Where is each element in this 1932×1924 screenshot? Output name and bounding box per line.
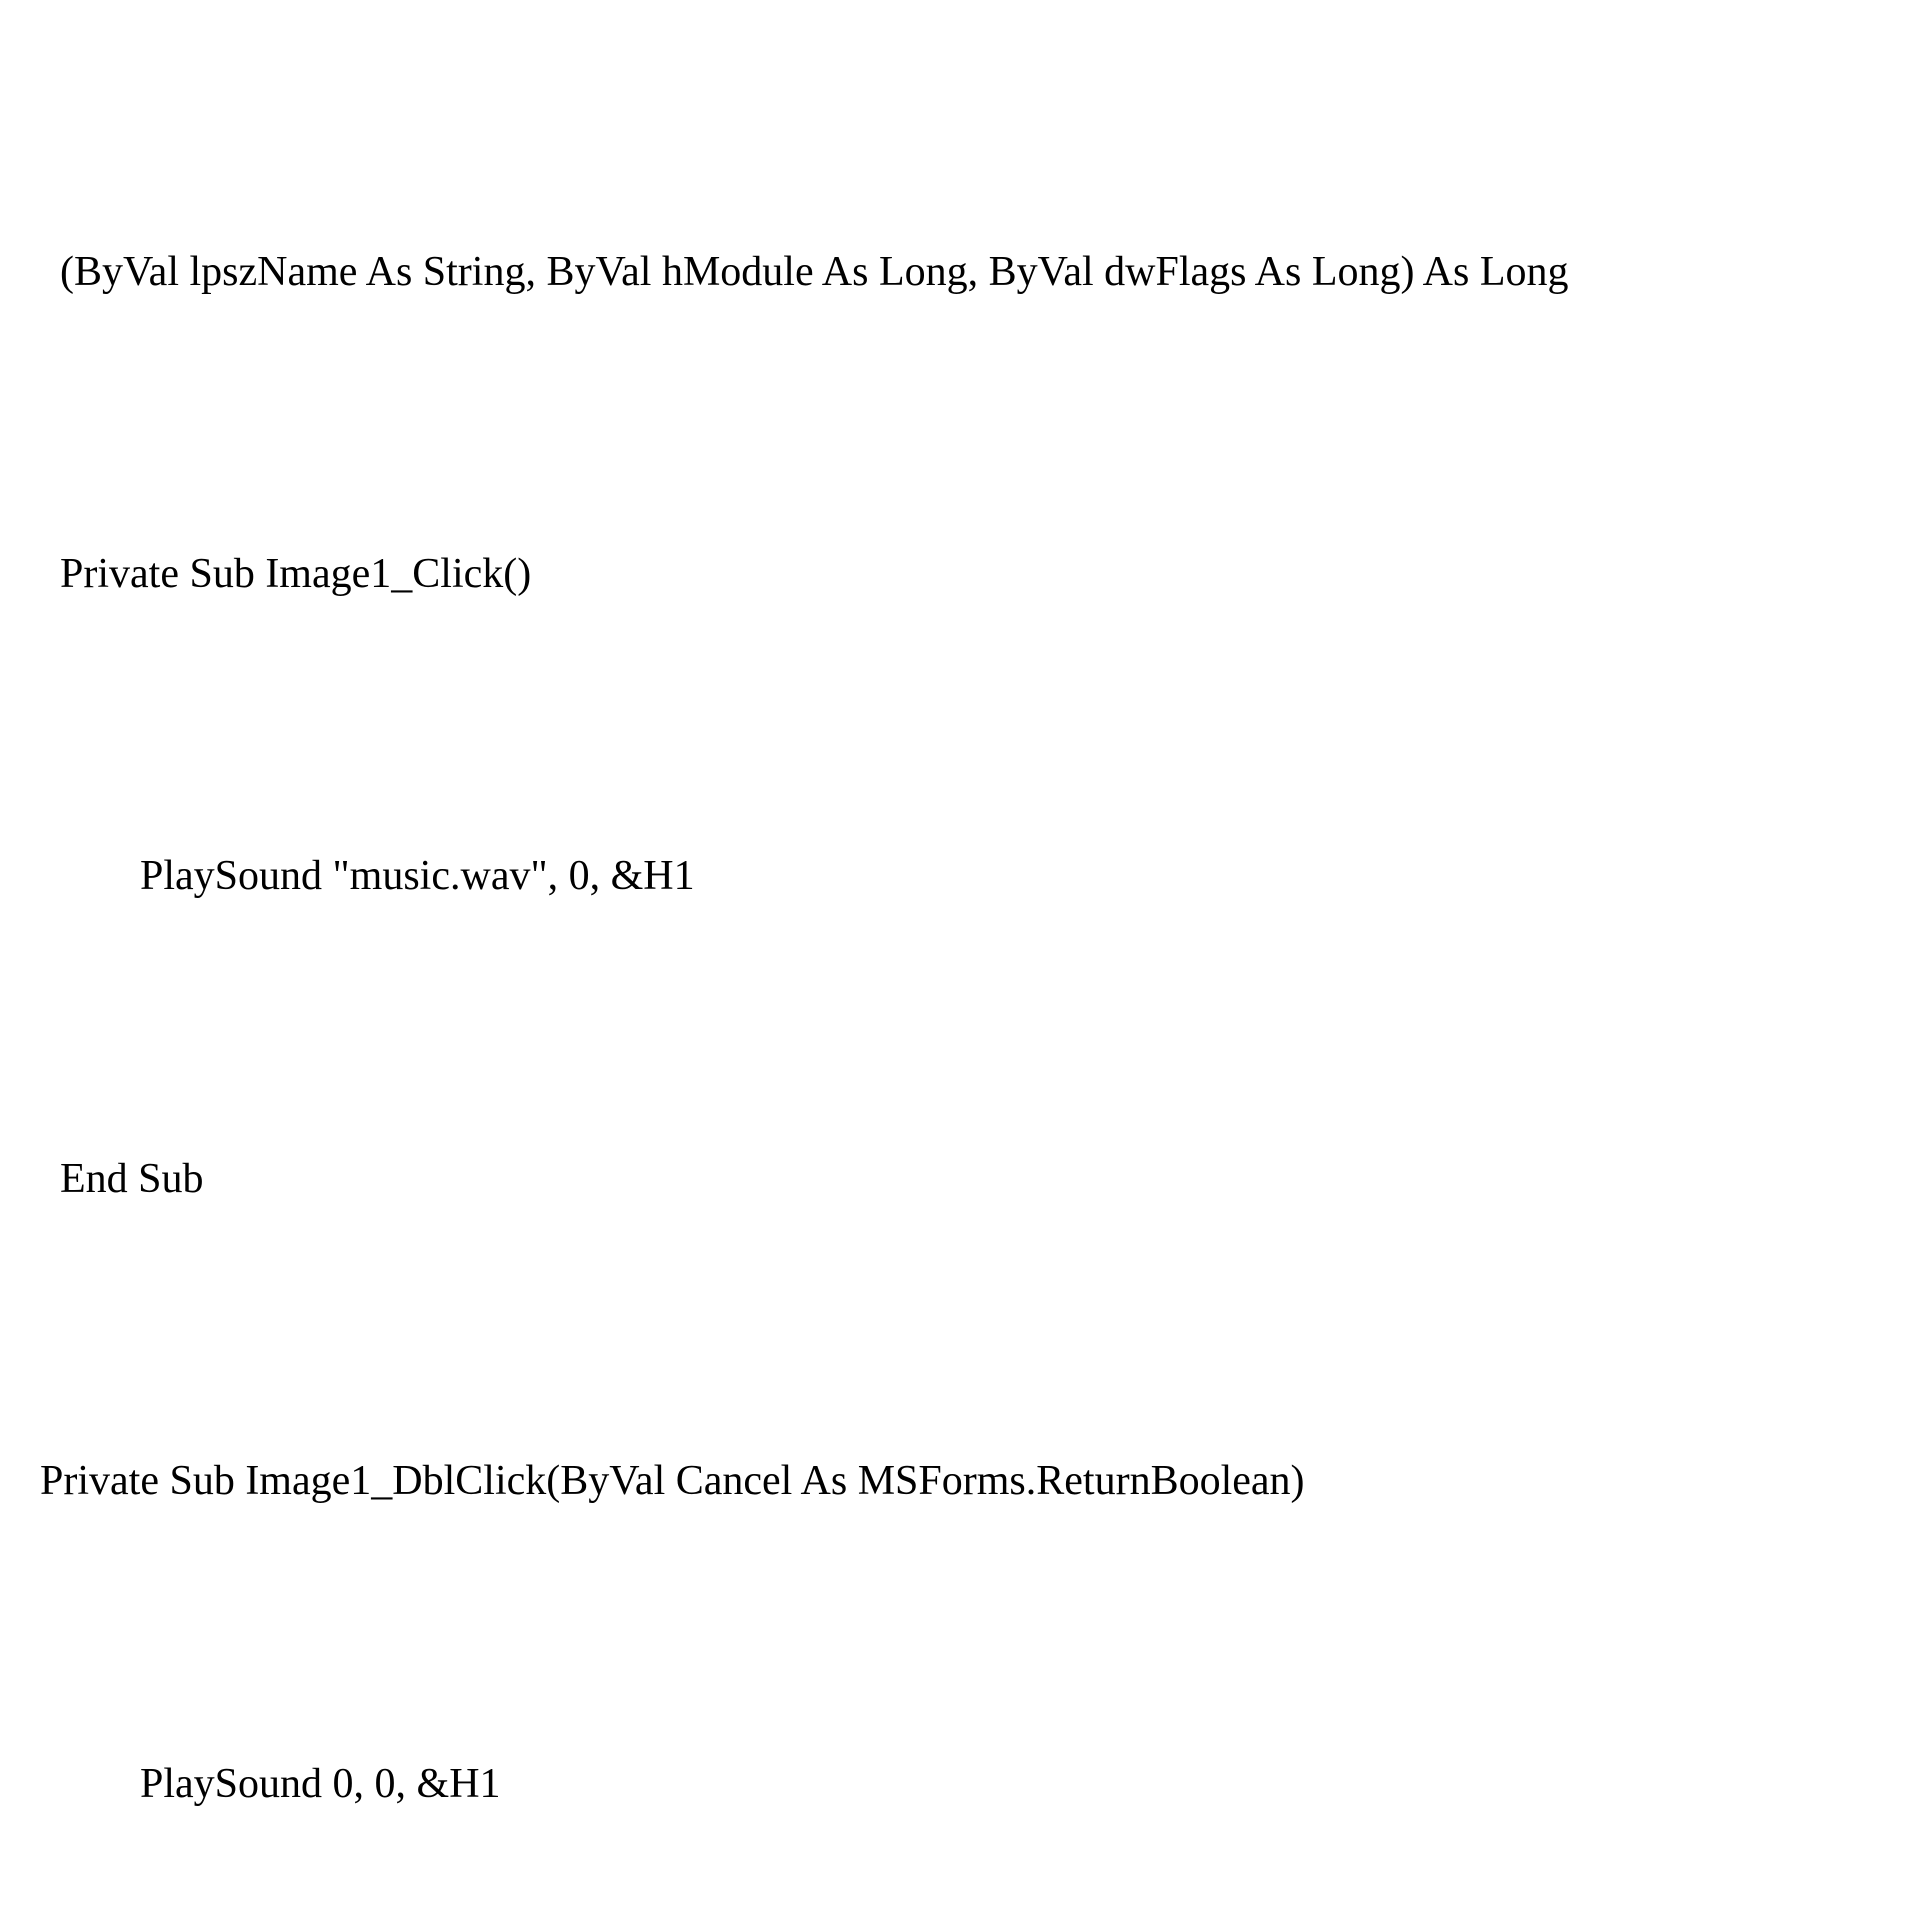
- code-line-playsound-2: PlaySound 0, 0, &H1: [40, 1734, 1892, 1835]
- code-line-sub-click: Private Sub Image1_Click(): [40, 524, 1892, 625]
- code-block: (ByVal lpszName As String, ByVal hModule…: [40, 20, 1892, 1924]
- code-line-end-sub-1: End Sub: [40, 1129, 1892, 1230]
- code-line-declaration-continued: (ByVal lpszName As String, ByVal hModule…: [40, 222, 1892, 323]
- code-line-sub-dblclick: Private Sub Image1_DblClick(ByVal Cancel…: [40, 1431, 1892, 1532]
- code-line-playsound-1: PlaySound "music.wav", 0, &H1: [40, 826, 1892, 927]
